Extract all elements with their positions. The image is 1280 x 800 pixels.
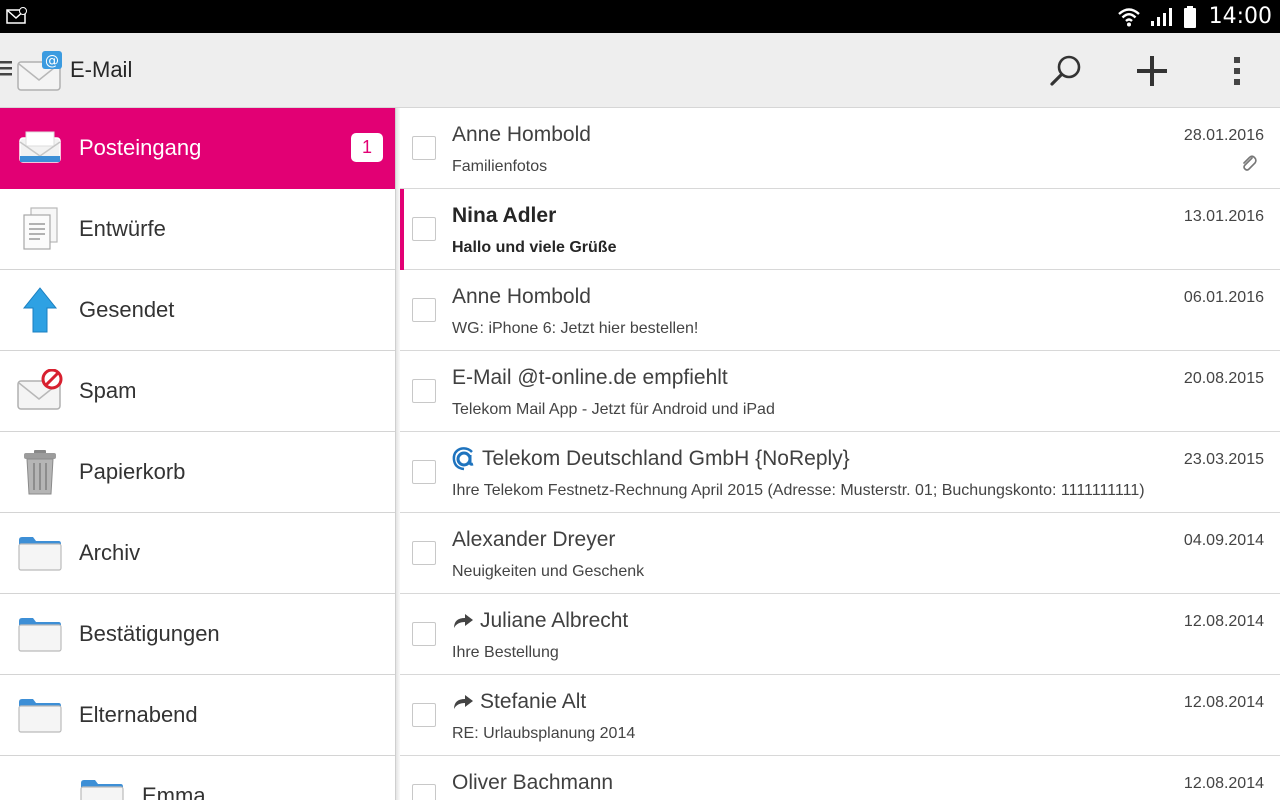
mail-row-unread[interactable]: Nina Adler Hallo und viele Grüße 13.01.2… xyxy=(400,189,1280,270)
mail-sender: Anne Hombold xyxy=(452,285,591,308)
add-icon xyxy=(1137,56,1167,86)
sidebar-item-entwuerfe[interactable]: Entwürfe xyxy=(0,189,395,270)
mail-sender: Anne Hombold xyxy=(452,123,591,146)
mail-checkbox[interactable] xyxy=(412,217,436,241)
mail-row[interactable]: Juliane Albrecht Ihre Bestellung 12.08.2… xyxy=(400,594,1280,675)
spam-icon xyxy=(16,367,64,415)
mail-row[interactable]: E-Mail @t-online.de empfiehlt Telekom Ma… xyxy=(400,351,1280,432)
inbox-icon xyxy=(16,124,64,172)
mail-sender-name: Stefanie Alt xyxy=(480,690,587,713)
mail-date: 12.08.2014 xyxy=(1183,694,1264,711)
mail-sender: E-Mail @t-online.de empfiehlt xyxy=(452,366,728,389)
clock: 14:00 xyxy=(1208,4,1272,29)
sidebar-item-archiv[interactable]: Archiv xyxy=(0,513,395,594)
mail-subject: Ihre Telekom Festnetz-Rechnung April 201… xyxy=(452,482,1145,499)
sidebar-item-label: Emma xyxy=(142,783,206,800)
sidebar-item-label: Elternabend xyxy=(79,702,198,727)
mail-subject: Neuigkeiten und Geschenk xyxy=(452,563,645,580)
mail-sender: Nina Adler xyxy=(452,204,557,227)
signal-icon xyxy=(1150,7,1172,26)
battery-icon xyxy=(1183,5,1196,28)
svg-text:@: @ xyxy=(45,53,59,69)
sidebar-item-label: Bestätigungen xyxy=(79,621,220,646)
mail-row[interactable]: Anne Hombold WG: iPhone 6: Jetzt hier be… xyxy=(400,270,1280,351)
forwarded-icon xyxy=(454,614,473,629)
sidebar-item-label: Gesendet xyxy=(79,297,175,322)
sent-arrow-icon xyxy=(16,286,64,334)
mail-checkbox[interactable] xyxy=(412,136,436,160)
notification-mail-icon xyxy=(6,7,27,24)
overflow-menu-icon xyxy=(1234,57,1240,85)
mail-sender-name: Telekom Deutschland GmbH {NoReply} xyxy=(482,447,850,470)
wifi-icon xyxy=(1117,7,1140,26)
mail-date: 04.09.2014 xyxy=(1183,532,1264,549)
sidebar-item-label: Entwürfe xyxy=(79,216,166,241)
folder-icon xyxy=(78,772,126,800)
sidebar-item-posteingang[interactable]: Posteingang 1 xyxy=(0,108,395,189)
sidebar-item-elternabend[interactable]: Elternabend xyxy=(0,675,395,756)
mail-row[interactable]: Anne Hombold Familienfotos 28.01.2016 xyxy=(400,108,1280,189)
mail-checkbox[interactable] xyxy=(412,460,436,484)
mail-sender-with-icon: Juliane Albrecht xyxy=(452,609,628,633)
mail-list: Anne Hombold Familienfotos 28.01.2016 Ni… xyxy=(400,108,1280,800)
sidebar-item-label: Posteingang xyxy=(79,135,202,160)
mail-date: 28.01.2016 xyxy=(1183,127,1264,144)
trash-icon xyxy=(16,448,64,496)
overflow-menu-button[interactable] xyxy=(1217,51,1257,91)
compose-button[interactable] xyxy=(1132,51,1172,91)
verified-at-icon xyxy=(452,447,474,471)
mail-date: 13.01.2016 xyxy=(1183,208,1264,225)
folder-icon xyxy=(16,610,64,658)
app-title: E-Mail xyxy=(70,57,133,82)
mail-checkbox[interactable] xyxy=(412,541,436,565)
app-logo-mail-icon[interactable]: @ xyxy=(16,50,64,92)
mail-subject: WG: iPhone 6: Jetzt hier bestellen! xyxy=(452,320,699,337)
sidebar-item-bestaetigungen[interactable]: Bestätigungen xyxy=(0,594,395,675)
mail-subject: Familienfotos xyxy=(452,158,548,175)
mail-row[interactable]: Oliver Bachmann 12.08.2014 xyxy=(400,756,1280,800)
mail-date: 20.08.2015 xyxy=(1183,370,1264,387)
mail-subject: Ihre Bestellung xyxy=(452,644,559,661)
sidebar-item-label: Papierkorb xyxy=(79,459,186,484)
sidebar-item-label: Archiv xyxy=(79,540,141,565)
mail-sender: Oliver Bachmann xyxy=(452,771,614,794)
mail-row[interactable]: Stefanie Alt RE: Urlaubsplanung 2014 12.… xyxy=(400,675,1280,756)
mail-date: 12.08.2014 xyxy=(1183,613,1264,630)
mail-row[interactable]: Telekom Deutschland GmbH {NoReply} Ihre … xyxy=(400,432,1280,513)
folder-sidebar: Posteingang 1 Entwürfe Gesendet Spam Pap… xyxy=(0,108,396,800)
search-icon xyxy=(1050,55,1081,86)
drafts-icon xyxy=(16,205,64,253)
mail-subject: RE: Urlaubsplanung 2014 xyxy=(452,725,636,742)
sidebar-item-papierkorb[interactable]: Papierkorb xyxy=(0,432,395,513)
sidebar-item-label: Spam xyxy=(79,378,137,403)
mail-date: 23.03.2015 xyxy=(1183,451,1264,468)
search-button[interactable] xyxy=(1046,51,1086,91)
forwarded-icon xyxy=(454,695,473,710)
mail-checkbox[interactable] xyxy=(412,379,436,403)
sidebar-item-gesendet[interactable]: Gesendet xyxy=(0,270,395,351)
mail-sender-with-icon: Stefanie Alt xyxy=(452,690,586,714)
mail-checkbox[interactable] xyxy=(412,703,436,727)
mail-subject: Telekom Mail App - Jetzt für Android und… xyxy=(452,401,775,418)
mail-sender-with-icon: Telekom Deutschland GmbH {NoReply} xyxy=(452,447,850,471)
mail-sender-name: Juliane Albrecht xyxy=(480,609,629,632)
mail-checkbox[interactable] xyxy=(412,298,436,322)
app-bar: @ E-Mail xyxy=(0,33,1280,108)
folder-icon xyxy=(16,691,64,739)
mail-subject: Hallo und viele Grüße xyxy=(452,239,617,256)
menu-icon[interactable] xyxy=(0,59,12,77)
unread-count-badge: 1 xyxy=(351,133,383,162)
mail-row[interactable]: Alexander Dreyer Neuigkeiten und Geschen… xyxy=(400,513,1280,594)
folder-icon xyxy=(16,529,64,577)
mail-sender: Alexander Dreyer xyxy=(452,528,616,551)
status-bar: 14:00 xyxy=(0,0,1280,33)
mail-date: 12.08.2014 xyxy=(1183,775,1264,792)
mail-checkbox[interactable] xyxy=(412,622,436,646)
mail-checkbox[interactable] xyxy=(412,784,436,800)
attachment-icon xyxy=(1243,155,1257,171)
sidebar-item-spam[interactable]: Spam xyxy=(0,351,395,432)
mail-date: 06.01.2016 xyxy=(1183,289,1264,306)
sidebar-item-emma[interactable]: Emma xyxy=(0,756,395,800)
